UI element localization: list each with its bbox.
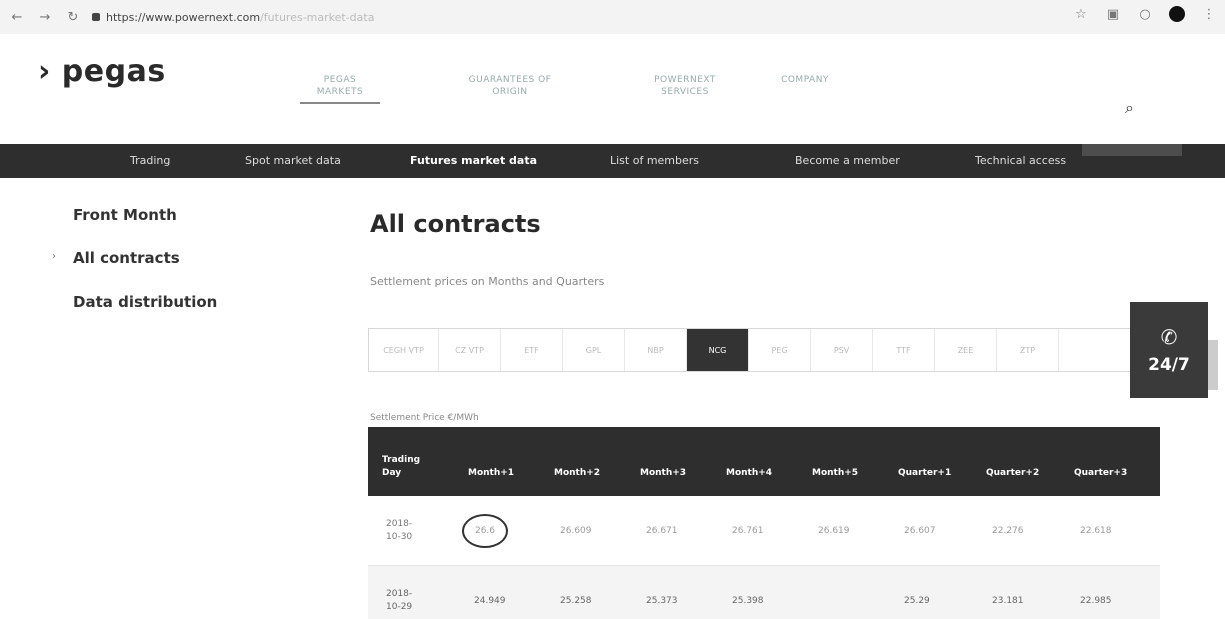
browser-toolbar: ← → ↻ https://www.powernext.com/futures-… xyxy=(0,0,1225,34)
support-label: 24/7 xyxy=(1148,355,1190,375)
page-title: All contracts xyxy=(370,210,541,238)
redacted-block xyxy=(1082,144,1182,156)
column-header: Month+2 xyxy=(554,468,601,478)
table-row: 2018- 10-30 26.6 26.609 26.671 26.761 26.… xyxy=(368,496,1160,566)
price-cell: 24.949 xyxy=(474,595,506,606)
trading-day-cell: 2018- 10-29 xyxy=(386,588,413,612)
column-header: Quarter+3 xyxy=(1074,468,1128,478)
nav-label: SERVICES xyxy=(661,87,709,97)
tab-psv[interactable]: PSV xyxy=(811,329,873,371)
tab-zee[interactable]: ZEE xyxy=(935,329,997,371)
nav-label: GUARANTEES OF xyxy=(468,75,552,85)
price-cell xyxy=(798,566,884,619)
price-cell: 22.276 xyxy=(992,525,1024,536)
nav-label: COMPANY xyxy=(781,75,829,85)
sidebar-item-front-month[interactable]: Front Month xyxy=(73,206,177,224)
price-cell: 26.671 xyxy=(646,525,678,536)
phone-icon: ✆ xyxy=(1160,325,1178,349)
sidebar-item-data-distribution[interactable]: Data distribution xyxy=(73,293,217,311)
price-cell: 25.373 xyxy=(646,595,678,606)
forward-icon[interactable]: → xyxy=(34,6,56,28)
subnav-trading[interactable]: Trading xyxy=(130,154,170,167)
column-header: Month+3 xyxy=(640,468,687,478)
price-cell: 22.985 xyxy=(1080,595,1112,606)
tab-ttf[interactable]: TTF xyxy=(873,329,935,371)
nav-guarantees-of-origin[interactable]: GUARANTEES OF ORIGIN xyxy=(440,74,580,98)
subnav-become-a-member[interactable]: Become a member xyxy=(795,154,900,167)
nav-label: POWERNEXT xyxy=(654,75,716,85)
price-cell: 26.607 xyxy=(904,525,936,536)
bookmark-star-icon[interactable]: ☆ xyxy=(1073,7,1089,22)
price-cell: 25.29 xyxy=(904,595,930,606)
subnav-spot-market-data[interactable]: Spot market data xyxy=(245,154,341,167)
price-cell: 26.609 xyxy=(560,525,592,536)
nav-company[interactable]: COMPANY xyxy=(770,74,840,86)
tab-czvtp[interactable]: CZ VTP xyxy=(439,329,501,371)
column-header: Month+5 xyxy=(812,468,859,478)
market-tab-bar: CEGH VTP CZ VTP ETF GPL NBP NCG PEG PSV … xyxy=(368,328,1168,372)
settlement-table: Trading Day Month+1 Month+2 Month+3 Month… xyxy=(368,427,1160,619)
active-marker-icon: › xyxy=(52,251,56,262)
subnav-list-of-members[interactable]: List of members xyxy=(610,154,699,167)
price-cell: 26.6 xyxy=(454,496,540,565)
column-header: Month+4 xyxy=(726,468,773,478)
page-subtitle: Settlement prices on Months and Quarters xyxy=(370,275,605,288)
price-cell: 22.618 xyxy=(1080,525,1112,536)
price-cell: 26.761 xyxy=(732,525,764,536)
lock-icon xyxy=(92,13,100,21)
tab-ceghvtp[interactable]: CEGH VTP xyxy=(369,329,439,371)
nav-label: PEGAS xyxy=(323,75,357,85)
nav-label: MARKETS xyxy=(316,87,364,97)
tab-gpl[interactable]: GPL xyxy=(563,329,625,371)
price-cell: 25.258 xyxy=(560,595,592,606)
highlight-circle: 26.6 xyxy=(462,513,508,548)
tab-ztp[interactable]: ZTP xyxy=(997,329,1059,371)
nav-powernext-services[interactable]: POWERNEXT SERVICES xyxy=(630,74,740,98)
price-cell: 23.181 xyxy=(992,595,1024,606)
nav-label: ORIGIN xyxy=(492,87,528,97)
url-host: https://www.powernext.com xyxy=(106,10,261,24)
tab-peg[interactable]: PEG xyxy=(749,329,811,371)
table-caption: Settlement Price €/MWh xyxy=(370,413,479,423)
tab-nbp[interactable]: NBP xyxy=(625,329,687,371)
price-cell: 25.398 xyxy=(732,595,764,606)
nav-pegas-markets[interactable]: PEGAS MARKETS xyxy=(300,74,380,104)
column-header: Quarter+1 xyxy=(898,468,952,478)
column-header: Trading Day xyxy=(382,455,421,478)
profile-avatar[interactable] xyxy=(1169,6,1185,22)
subnav-futures-market-data[interactable]: Futures market data xyxy=(410,154,537,167)
tab-etf[interactable]: ETF xyxy=(501,329,563,371)
support-24-7-button[interactable]: ✆ 24/7 xyxy=(1130,302,1208,398)
site-logo[interactable]: › pegas xyxy=(38,54,166,89)
url-path: /futures-market-data xyxy=(260,10,375,24)
column-header: Quarter+2 xyxy=(986,468,1040,478)
reload-icon[interactable]: ↻ xyxy=(62,6,84,28)
table-row: 2018- 10-29 24.949 25.258 25.373 25.398 2… xyxy=(368,566,1160,619)
price-cell: 26.619 xyxy=(818,525,850,536)
column-header: Month+1 xyxy=(468,468,515,478)
table-header: Trading Day Month+1 Month+2 Month+3 Month… xyxy=(368,427,1160,496)
tab-ncg[interactable]: NCG xyxy=(687,329,749,371)
scrollbar-thumb[interactable] xyxy=(1208,340,1218,390)
search-icon[interactable]: ⌕ xyxy=(1125,98,1134,118)
sub-navigation: Trading Spot market data Futures market … xyxy=(0,144,1225,178)
menu-dots-icon[interactable]: ⋮ xyxy=(1201,7,1217,22)
extension-circle-icon[interactable]: ○ xyxy=(1137,7,1153,22)
subnav-technical-access[interactable]: Technical access xyxy=(975,154,1066,167)
address-bar[interactable]: https://www.powernext.com/futures-market… xyxy=(92,11,374,24)
trading-day-cell: 2018- 10-30 xyxy=(386,518,413,542)
sidebar-item-all-contracts[interactable]: All contracts xyxy=(73,249,180,267)
back-icon[interactable]: ← xyxy=(6,6,28,28)
extension-icon[interactable]: ▣ xyxy=(1105,7,1121,22)
